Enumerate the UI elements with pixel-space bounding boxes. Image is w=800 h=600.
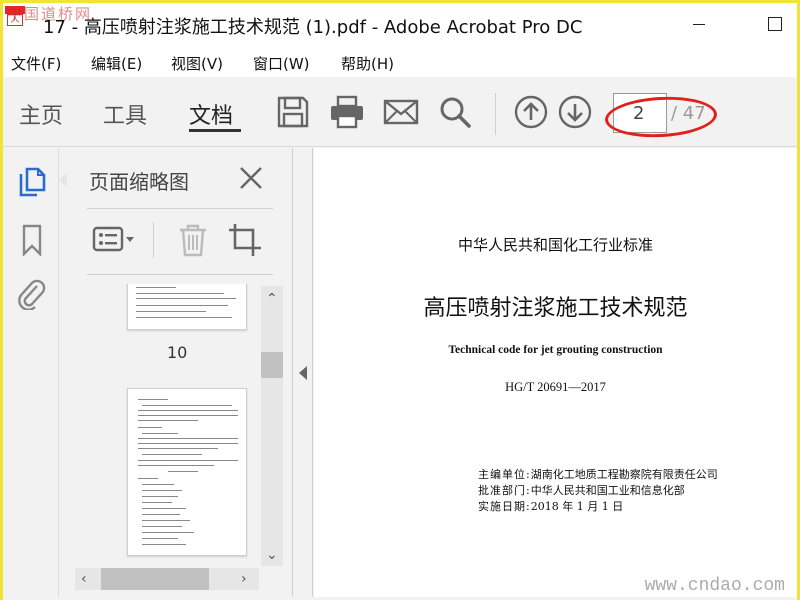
menu-edit[interactable]: 编辑(E) [91,53,142,74]
doc-meta-date: 实施日期:2018 年 1 月 1 日 [478,500,624,513]
page-thumbnails-icon[interactable] [17,166,47,198]
menu-file[interactable]: 文件(F) [11,53,61,74]
thumbnail-label: 10 [167,343,188,362]
scrollbar-thumb[interactable] [101,568,209,590]
doc-standard-line: 中华人民共和国化工行业标准 [457,236,653,254]
email-icon[interactable] [383,94,419,130]
collapse-arrow-icon [299,366,307,380]
scroll-up-arrow-icon[interactable]: ⌃ [266,292,278,306]
window-title: 17 - 高压喷射注浆施工技术规范 (1).pdf - Adobe Acroba… [43,17,583,38]
tool-separator [153,222,154,258]
attachment-icon[interactable] [17,278,47,310]
horizontal-scrollbar[interactable]: ‹ › [75,568,259,590]
thumbnail-panel: 页面缩略图 10 ⌃ ⌄ ‹ › [67,148,293,600]
panel-title: 页面缩略图 [89,170,189,194]
close-icon[interactable] [237,164,265,192]
panel-collapse-handle[interactable] [293,148,313,600]
document-page: 中华人民共和国化工行业标准 高压喷射注浆施工技术规范 Technical cod… [314,148,797,600]
scroll-left-arrow-icon[interactable]: ‹ [81,572,87,586]
maximize-button[interactable] [755,11,795,37]
page-thumbnail-10[interactable] [127,284,247,330]
thumbnails-list: 10 [67,284,259,566]
active-tab-indicator [189,129,241,132]
page-up-icon[interactable] [513,94,549,130]
main-toolbar: 主页 工具 文档 2 / 47 [3,77,797,147]
delete-icon[interactable] [175,222,211,258]
watermark-bottom: www.cndao.com [644,576,785,596]
menu-help[interactable]: 帮助(H) [341,53,394,74]
tab-tools[interactable]: 工具 [103,98,147,130]
print-icon[interactable] [329,94,365,130]
scroll-down-arrow-icon[interactable]: ⌄ [266,548,278,562]
tab-document[interactable]: 文档 [189,98,233,130]
menu-bar: 文件(F) 编辑(E) 视图(V) 窗口(W) 帮助(H) [3,45,797,77]
minimize-button[interactable] [679,11,719,37]
toolbar-separator [495,93,496,135]
doc-title-english: Technical code for jet grouting construc… [448,344,663,356]
page-down-icon[interactable] [557,94,593,130]
scroll-right-arrow-icon[interactable]: › [241,572,247,586]
left-rail [3,148,59,600]
title-bar: 人 中国道桥网 17 - 高压喷射注浆施工技术规范 (1).pdf - Adob… [3,3,797,45]
save-icon[interactable] [275,94,311,130]
menu-window[interactable]: 窗口(W) [253,53,310,74]
page-thumbnail-11[interactable] [127,388,247,556]
tab-home[interactable]: 主页 [19,98,63,130]
doc-title: 高压喷射注浆施工技术规范 [423,296,688,321]
scrollbar-thumb[interactable] [261,352,283,378]
bookmark-icon[interactable] [17,224,47,256]
doc-code: HG/T 20691—2017 [505,380,606,394]
doc-meta-editor: 主编单位:湖南化工地质工程勘察院有限责任公司 [478,468,718,481]
crop-icon[interactable] [227,222,263,258]
search-icon[interactable] [437,94,473,130]
doc-meta-approver: 批准部门:中华人民共和国工业和信息化部 [478,484,685,497]
panel-divider [87,208,273,209]
vertical-scrollbar[interactable]: ⌃ ⌄ [261,286,283,566]
options-menu-icon[interactable] [91,222,137,258]
panel-divider [87,274,273,275]
app-window: 人 中国道桥网 17 - 高压喷射注浆施工技术规范 (1).pdf - Adob… [0,0,800,600]
menu-view[interactable]: 视图(V) [171,53,223,74]
